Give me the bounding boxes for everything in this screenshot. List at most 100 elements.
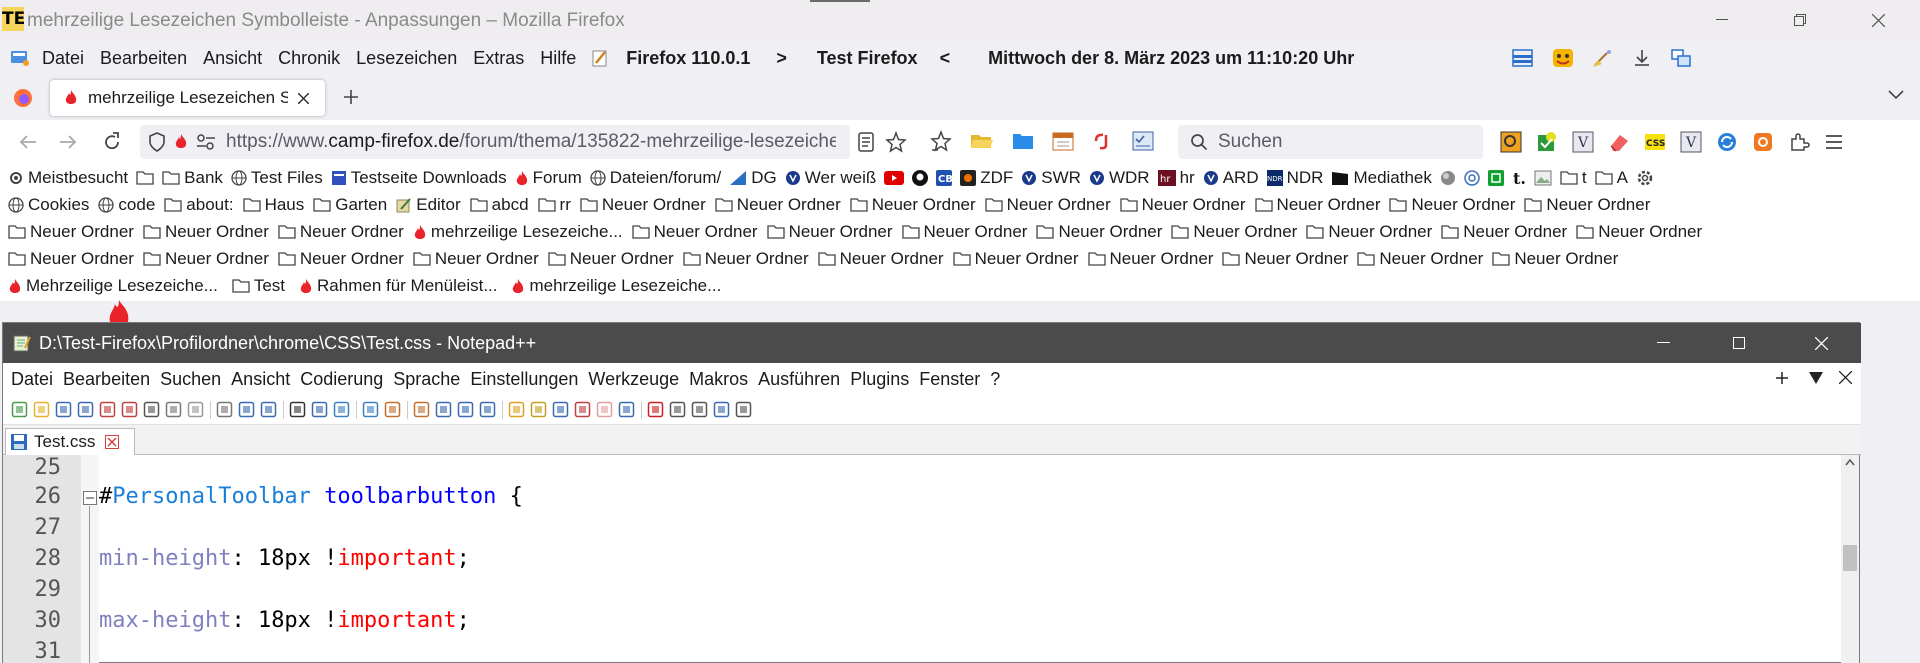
menu-lesezeichen[interactable]: Lesezeichen xyxy=(356,48,457,69)
code-editor[interactable]: #PersonalToolbar toolbarbutton { min-hei… xyxy=(3,455,1841,663)
bookmark-item[interactable]: Neuer Ordner xyxy=(143,222,269,242)
npp-toolbar-button-icon[interactable] xyxy=(216,401,233,418)
bookmark-item[interactable]: Neuer Ordner xyxy=(143,249,269,269)
back-icon[interactable] xyxy=(18,133,38,151)
bookmark-item[interactable]: ARD xyxy=(1203,168,1259,188)
npp-tab-close-icon[interactable] xyxy=(105,435,120,449)
bookmarks-manager-icon[interactable] xyxy=(930,130,952,152)
npp-toolbar-button-icon[interactable] xyxy=(574,401,591,418)
eraser-ext-icon[interactable] xyxy=(1608,131,1630,153)
bookmark-item[interactable]: Neuer Ordner xyxy=(1492,249,1618,269)
npp-menu-datei[interactable]: Datei xyxy=(11,369,53,390)
bookmark-item[interactable]: Haus xyxy=(242,195,304,215)
npp-menu-ansicht[interactable]: Ansicht xyxy=(231,369,290,390)
npp-toolbar-button-icon[interactable] xyxy=(530,401,547,418)
npp-toolbar-button-icon[interactable] xyxy=(413,401,430,418)
bookmark-item[interactable]: Mehrzeilige Lesezeiche... xyxy=(8,276,218,296)
css-addon-icon[interactable] xyxy=(1552,48,1574,68)
bookmark-item[interactable]: Mediathek xyxy=(1331,168,1432,188)
bookmark-item[interactable]: Neuer Ordner xyxy=(1087,249,1213,269)
url-text[interactable]: https://www.camp-firefox.de/forum/thema/… xyxy=(226,131,836,153)
npp-menu-bearbeiten[interactable]: Bearbeiten xyxy=(63,369,150,390)
bookmark-item[interactable]: Neuer Ordner xyxy=(1441,222,1567,242)
bookmark-t[interactable]: t. xyxy=(1512,170,1526,186)
bookmark-item[interactable]: mehrzeilige Lesezeiche... xyxy=(511,276,721,296)
npp-tab-test-css[interactable]: Test.css xyxy=(5,428,135,455)
npp-toolbar-button-icon[interactable] xyxy=(479,401,496,418)
bookmark-item[interactable]: Neuer Ordner xyxy=(683,249,809,269)
npp-toolbar-button-icon[interactable] xyxy=(143,401,160,418)
new-tab-icon[interactable] xyxy=(342,88,360,106)
site-permissions-icon[interactable] xyxy=(196,134,216,150)
bookmark-item[interactable]: Dateien/forum/ xyxy=(590,168,721,188)
sidebar-icon[interactable] xyxy=(1512,48,1534,68)
bookmark-item[interactable]: Neuer Ordner xyxy=(580,195,706,215)
bookmark-item[interactable]: Neuer Ordner xyxy=(952,249,1079,269)
bookmark-sphere[interactable] xyxy=(1440,170,1456,186)
bookmark-item[interactable]: Neuer Ordner xyxy=(1306,222,1432,242)
bookmark-item[interactable]: Forum xyxy=(515,168,582,188)
bookmark-item[interactable]: SWR xyxy=(1021,168,1081,188)
scroll-up-icon[interactable] xyxy=(1845,459,1855,466)
menu-hilfe[interactable]: Hilfe xyxy=(540,48,576,69)
bookmark-item[interactable]: Neuer Ordner xyxy=(8,249,134,269)
npp-minimize-icon[interactable] xyxy=(1657,342,1670,344)
bookmark-item[interactable]: Neuer Ordner xyxy=(8,222,134,242)
extensions-icon[interactable] xyxy=(1788,131,1810,153)
bookmark-item[interactable]: Neuer Ordner xyxy=(901,222,1027,242)
bookmark-item[interactable]: ZDF xyxy=(960,168,1013,188)
npp-toolbar-button-icon[interactable] xyxy=(735,401,752,418)
cj-addon-icon[interactable] xyxy=(1092,131,1114,151)
npp-menu-help[interactable]: ? xyxy=(990,369,1000,390)
magnifier-ext-icon[interactable] xyxy=(1500,131,1522,153)
bookmark-item[interactable]: Neuer Ordner xyxy=(1576,222,1702,242)
bookmark-item[interactable]: rr xyxy=(537,195,571,215)
bookmark-item[interactable]: WDR xyxy=(1089,168,1150,188)
windows-icon[interactable] xyxy=(1670,48,1692,68)
npp-menu-werkzeuge[interactable]: Werkzeuge xyxy=(588,369,679,390)
bookmark-item[interactable]: Neuer Ordner xyxy=(631,222,758,242)
bookmark-item[interactable]: mehrzeilige Lesezeiche... xyxy=(413,222,623,242)
url-bar[interactable]: https://www.camp-firefox.de/forum/thema/… xyxy=(140,125,907,159)
v2-ext-icon[interactable]: V xyxy=(1680,131,1702,153)
npp-menu-plugins[interactable]: Plugins xyxy=(850,369,909,390)
npp-toolbar-button-icon[interactable] xyxy=(713,401,730,418)
calendar-icon[interactable] xyxy=(1052,131,1074,151)
download-icon[interactable] xyxy=(1632,48,1652,68)
menu-bearbeiten[interactable]: Bearbeiten xyxy=(100,48,187,69)
bookmark-github[interactable] xyxy=(912,169,929,186)
search-bar[interactable]: Suchen xyxy=(1178,125,1483,159)
menu-datei[interactable]: Datei xyxy=(42,48,84,69)
npp-toolbar-button-icon[interactable] xyxy=(618,401,635,418)
bookmark-youtube[interactable] xyxy=(884,170,905,185)
bookmark-item[interactable]: Meistbesucht xyxy=(8,168,128,188)
npp-toolbar-button-icon[interactable] xyxy=(289,401,306,418)
npp-toolbar-button-icon[interactable] xyxy=(260,401,277,418)
bookmark-item[interactable]: Neuer Ordner xyxy=(278,249,404,269)
npp-toolbar-button-icon[interactable] xyxy=(669,401,686,418)
bookmark-item[interactable]: Cookies xyxy=(8,195,89,215)
tab-close-icon[interactable] xyxy=(298,92,309,104)
bookmark-item[interactable]: Neuer Ordner xyxy=(985,195,1111,215)
forward-icon[interactable] xyxy=(58,133,78,151)
npp-toolbar-button-icon[interactable] xyxy=(187,401,204,418)
bookmark-folder[interactable] xyxy=(136,170,154,185)
npp-toolbar-button-icon[interactable] xyxy=(596,401,613,418)
bookmark-green[interactable] xyxy=(1487,169,1504,186)
reader-view-icon[interactable] xyxy=(858,132,874,152)
bookmark-item[interactable]: Neuer Ordner xyxy=(278,222,404,242)
bookmark-folder[interactable]: A xyxy=(1594,168,1628,188)
npp-toolbar-button-icon[interactable] xyxy=(11,401,28,418)
bookmark-item[interactable]: Wer weiß xyxy=(785,168,876,188)
npp-toolbar-button-icon[interactable] xyxy=(384,401,401,418)
npp-toolbar-button-icon[interactable] xyxy=(508,401,525,418)
menu-chronik[interactable]: Chronik xyxy=(278,48,340,69)
broom-icon[interactable] xyxy=(1592,48,1614,68)
npp-toolbar-button-icon[interactable] xyxy=(647,401,664,418)
bookmark-item[interactable]: Neuer Ordner xyxy=(715,195,841,215)
search-input[interactable]: Suchen xyxy=(1218,131,1282,153)
minimize-button[interactable] xyxy=(1690,0,1754,40)
bookmark-item[interactable]: Neuer Ordner xyxy=(766,222,893,242)
npp-menu-sprache[interactable]: Sprache xyxy=(393,369,460,390)
npp-doc-close-icon[interactable] xyxy=(1839,371,1852,384)
